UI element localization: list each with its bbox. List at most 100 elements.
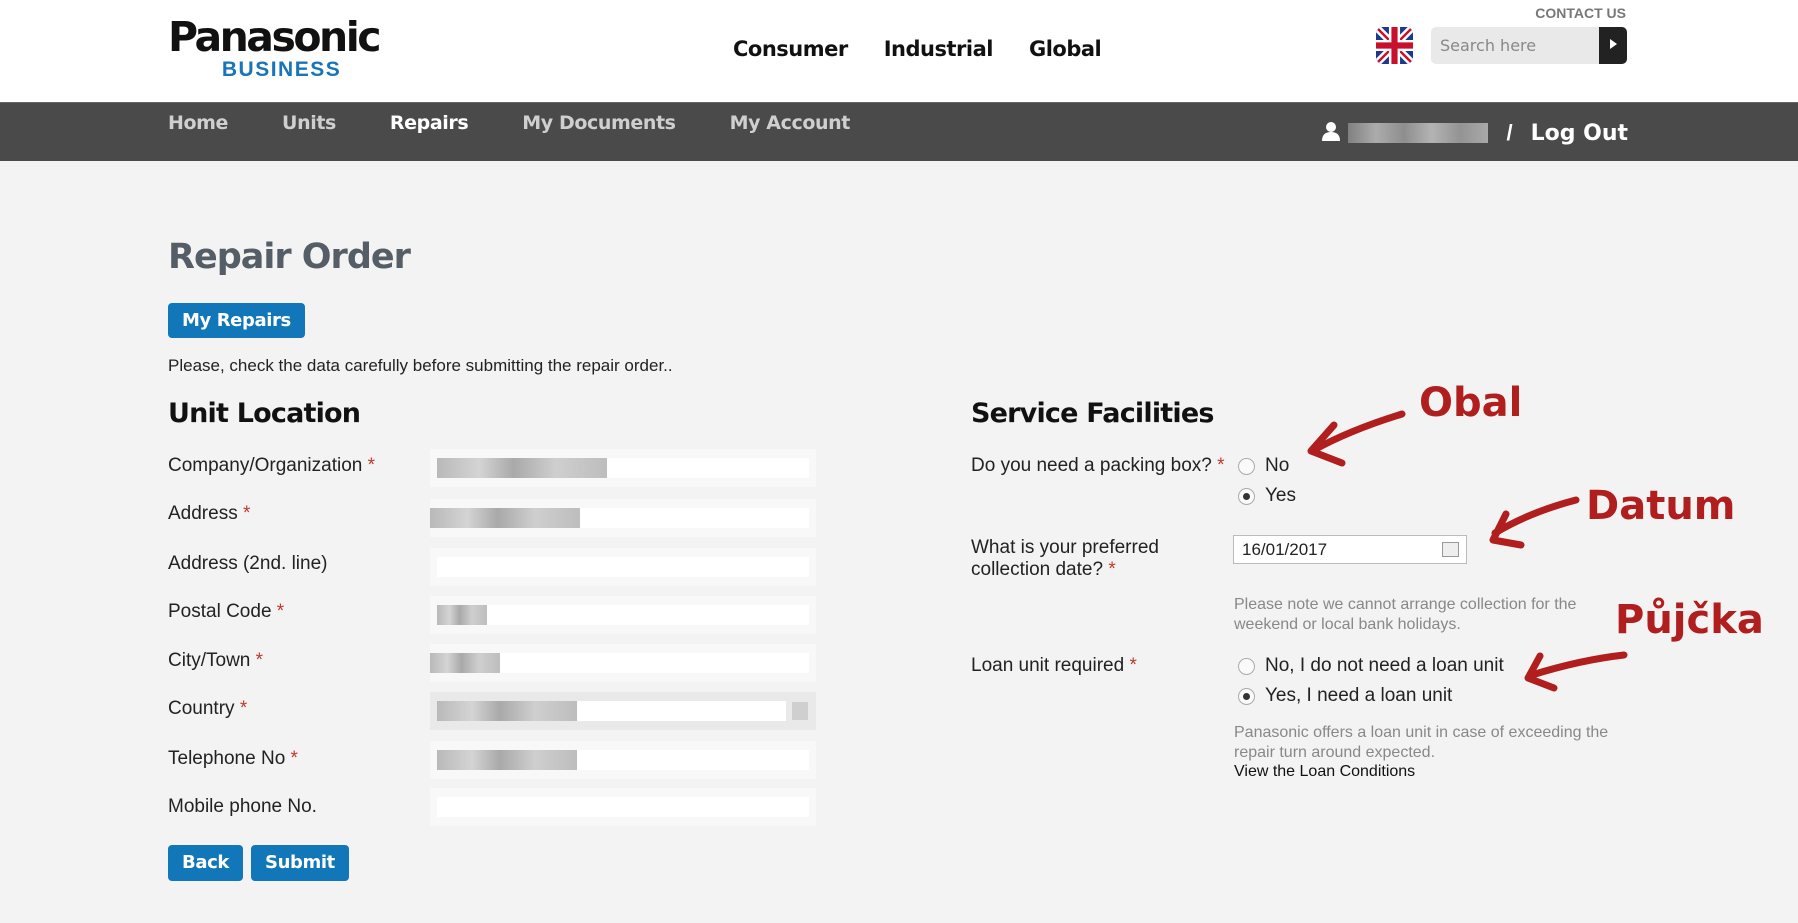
packing-box-label: Do you need a packing box? * (971, 455, 1225, 477)
site-header: Panasonic BUSINESS Consumer Industrial G… (0, 0, 1798, 102)
radio-label: No (1265, 455, 1290, 476)
address-label-text: Address (168, 503, 238, 524)
mobile-label-text: Mobile phone No. (168, 796, 317, 817)
date-value: 16/01/2017 (1242, 540, 1328, 559)
search-input[interactable] (1431, 27, 1601, 64)
required-mark: * (242, 503, 251, 524)
collection-date-label-line2: collection date? (971, 559, 1104, 580)
company-label-text: Company/Organization (168, 455, 363, 476)
telephone-label-text: Telephone No (168, 748, 286, 769)
collection-date-label: What is your preferred collection date? … (971, 537, 1159, 581)
redacted-value (437, 750, 577, 770)
intro-text: Please, check the data carefully before … (168, 356, 673, 375)
required-mark: * (239, 698, 248, 719)
loan-yes-radio[interactable]: Yes, I need a loan unit (1238, 685, 1452, 707)
collection-note-line1: Please note we cannot arrange collection… (1234, 596, 1577, 613)
user-icon (1322, 121, 1341, 146)
postal-code-field[interactable] (430, 596, 816, 634)
required-mark: * (1217, 455, 1225, 476)
calendar-icon[interactable] (1442, 542, 1459, 557)
address-field[interactable] (430, 499, 816, 537)
username-redacted (1348, 123, 1489, 143)
collection-note-line2: weekend or local bank holidays. (1234, 616, 1461, 633)
telephone-field[interactable] (430, 741, 816, 779)
required-mark: * (255, 650, 264, 671)
collection-date-input[interactable]: 16/01/2017 (1233, 535, 1467, 564)
my-repairs-button[interactable]: My Repairs (168, 303, 305, 338)
subnav-units[interactable]: Units (282, 112, 336, 134)
required-mark: * (1108, 559, 1116, 580)
arrow-datum (1491, 496, 1580, 537)
submit-button[interactable]: Submit (251, 845, 349, 881)
dropdown-arrow-icon (792, 702, 808, 720)
mobile-label: Mobile phone No. (168, 796, 317, 818)
search-box (1431, 27, 1627, 64)
top-navigation: Consumer Industrial Global (733, 37, 1102, 61)
address2-label-text: Address (2nd. line) (168, 553, 328, 574)
required-mark: * (290, 748, 298, 769)
required-mark: * (276, 601, 285, 622)
country-label: Country * (168, 698, 247, 720)
subnav-my-account[interactable]: My Account (730, 112, 851, 134)
city-label: City/Town * (168, 650, 263, 672)
nav-industrial[interactable]: Industrial (884, 37, 994, 61)
company-field[interactable] (430, 449, 816, 487)
subnav-repairs[interactable]: Repairs (390, 112, 469, 134)
arrowhead-datum (1489, 510, 1525, 549)
loan-note-line2: repair turn around expected. (1234, 744, 1436, 761)
nav-consumer[interactable]: Consumer (733, 37, 848, 61)
arrowhead-pujcka (1524, 652, 1558, 692)
view-loan-conditions-link[interactable]: View the Loan Conditions (1234, 763, 1415, 781)
postal-code-label: Postal Code * (168, 601, 284, 623)
account-navigation-bar: Home Units Repairs My Documents My Accou… (0, 102, 1798, 161)
redacted-value (437, 605, 487, 625)
annotation-pujcka: Půjčka (1615, 597, 1764, 643)
arrow-pujcka (1528, 651, 1628, 679)
contact-us-link[interactable]: CONTACT US (1535, 5, 1626, 21)
back-button[interactable]: Back (168, 845, 243, 881)
city-field[interactable] (430, 644, 816, 682)
nav-global[interactable]: Global (1029, 37, 1102, 61)
search-submit-button[interactable] (1599, 27, 1627, 64)
radio-button-selected[interactable] (1238, 687, 1255, 705)
country-label-text: Country (168, 698, 235, 719)
radio-label: Yes, I need a loan unit (1265, 685, 1453, 706)
annotation-datum: Datum (1586, 483, 1736, 529)
loan-unit-label: Loan unit required * (971, 655, 1137, 677)
redacted-value (437, 458, 607, 478)
address2-field[interactable] (430, 548, 816, 586)
postal-code-label-text: Postal Code (168, 601, 272, 622)
play-arrow-icon (1609, 37, 1618, 55)
radio-button-selected[interactable] (1238, 487, 1255, 505)
logout-link[interactable]: Log Out (1531, 121, 1628, 146)
redacted-value (437, 701, 577, 721)
packing-yes-radio[interactable]: Yes (1238, 485, 1296, 507)
panasonic-business-logo[interactable]: Panasonic BUSINESS (168, 13, 382, 82)
packing-no-radio[interactable]: No (1238, 455, 1289, 477)
annotation-obal: Obal (1419, 380, 1523, 426)
logo-brand-text: Panasonic (168, 13, 382, 61)
radio-label: No, I do not need a loan unit (1265, 655, 1504, 676)
packing-box-label-text: Do you need a packing box? (971, 455, 1212, 476)
service-facilities-heading: Service Facilities (971, 398, 1214, 429)
telephone-label: Telephone No * (168, 748, 298, 770)
user-box: / Log Out (1322, 120, 1628, 146)
radio-button[interactable] (1238, 657, 1255, 675)
company-label: Company/Organization * (168, 455, 375, 477)
logo-sub-text: BUSINESS (221, 58, 342, 81)
country-select[interactable] (430, 692, 816, 730)
mobile-field[interactable] (430, 788, 816, 826)
unit-location-heading: Unit Location (168, 398, 361, 429)
loan-note-line1: Panasonic offers a loan unit in case of … (1234, 724, 1609, 741)
radio-button[interactable] (1238, 457, 1255, 475)
arrowhead-obal (1307, 421, 1346, 467)
collection-date-label-line1: What is your preferred (971, 537, 1159, 558)
uk-flag-icon[interactable] (1376, 27, 1413, 64)
subnav-home[interactable]: Home (168, 112, 228, 134)
city-label-text: City/Town (168, 650, 251, 671)
required-mark: * (367, 455, 376, 476)
subnav-my-documents[interactable]: My Documents (522, 112, 676, 134)
radio-label: Yes (1265, 485, 1296, 506)
loan-no-radio[interactable]: No, I do not need a loan unit (1238, 655, 1504, 677)
collection-note: Please note we cannot arrange collection… (1234, 595, 1576, 635)
